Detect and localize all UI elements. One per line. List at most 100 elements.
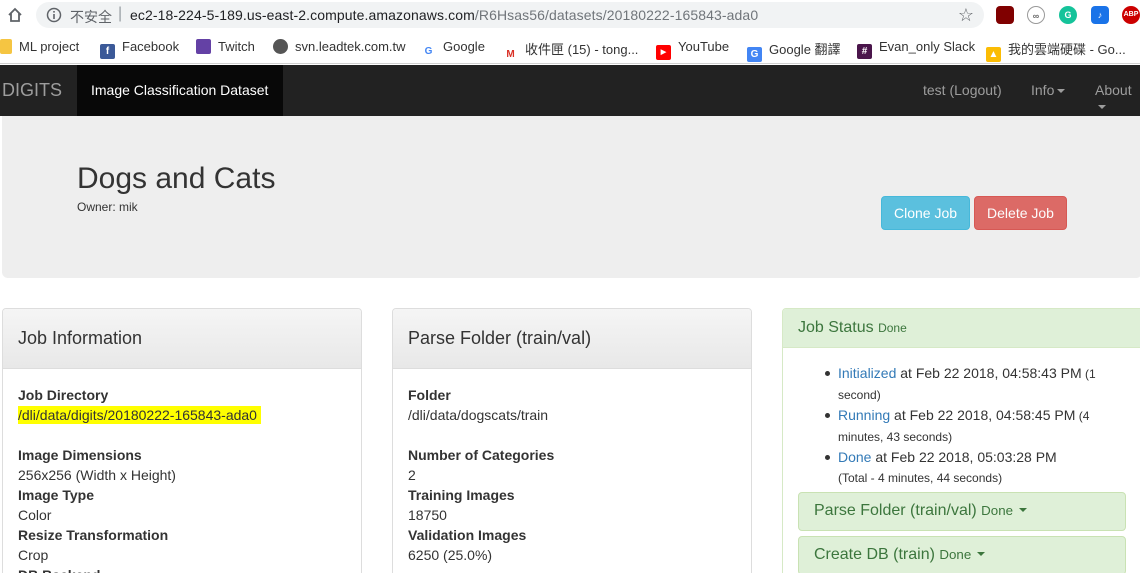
cloud-extension-icon[interactable]: ∞ <box>1027 6 1045 24</box>
clone-job-button[interactable]: Clone Job <box>881 196 970 230</box>
validation-images-label: Validation Images <box>408 527 527 543</box>
url-host: ec2-18-224-5-189.us-east-2.compute.amazo… <box>130 7 475 23</box>
drive-icon: ▲ <box>986 47 1001 62</box>
parse-folder-panel: Parse Folder (train/val) Folder /dli/dat… <box>392 308 752 573</box>
status-name: Done <box>838 449 872 465</box>
bookmark-label: Google 翻譯 <box>769 42 841 57</box>
parse-folder-status-toggle[interactable]: Parse Folder (train/val) Done <box>798 492 1126 531</box>
logout-link[interactable]: test (Logout) <box>923 82 1002 98</box>
status-item: Initialized at Feb 22 2018, 04:58:43 PM … <box>825 363 1098 405</box>
facebook-icon: f <box>100 44 115 59</box>
folder-icon <box>0 39 12 54</box>
bookmark-label: Google <box>443 39 485 54</box>
about-dropdown[interactable]: About <box>1095 82 1140 114</box>
folder-value: /dli/data/dogscats/train <box>408 407 549 423</box>
bookmark-svn[interactable]: svn.leadtek.com.tw <box>273 39 406 55</box>
about-label: About <box>1095 82 1132 98</box>
info-dropdown[interactable]: Info <box>1031 82 1066 98</box>
job-header: Dogs and Cats Owner: mik Clone Job Delet… <box>2 116 1140 278</box>
bookmark-label: ML project <box>19 39 80 54</box>
caret-down-icon <box>1057 89 1066 93</box>
resize-transformation-label: Resize Transformation <box>18 527 169 543</box>
status-name: Running <box>838 407 891 423</box>
url-separator: | <box>118 5 123 22</box>
bookmark-google-drive[interactable]: ▲ 我的雲端硬碟 - Go... <box>986 39 1126 62</box>
twitch-icon <box>196 39 211 54</box>
training-images-label: Training Images <box>408 487 515 503</box>
image-type-label: Image Type <box>18 487 94 503</box>
bookmark-slack[interactable]: # Evan_only Slack <box>857 39 976 59</box>
gmail-icon: M <box>503 47 518 62</box>
insecure-label: 不安全 <box>70 9 112 25</box>
categories-label: Number of Categories <box>408 447 555 463</box>
google-icon: G <box>421 44 436 59</box>
sub-status-badge: Done <box>981 503 1014 518</box>
slack-icon: # <box>857 44 872 59</box>
home-icon[interactable] <box>6 6 24 24</box>
translate-icon: G <box>747 47 762 62</box>
brand-link[interactable]: DIGITS <box>2 80 62 101</box>
validation-images-value: 6250 (25.0%) <box>408 547 493 563</box>
status-duration-cont: second) <box>838 388 881 402</box>
abp-extension-icon[interactable]: ABP <box>1122 6 1140 24</box>
bookmark-label: svn.leadtek.com.tw <box>295 39 406 54</box>
bookmark-google-translate[interactable]: G Google 翻譯 <box>747 39 841 62</box>
grammarly-extension-icon[interactable]: G <box>1059 6 1077 24</box>
nav-active-tab[interactable]: Image Classification Dataset <box>77 65 283 116</box>
sub-status-label: Create DB (train) <box>814 546 935 563</box>
image-dimensions-label: Image Dimensions <box>18 447 142 463</box>
bookmark-ml-project[interactable]: ML project <box>0 39 79 55</box>
status-item: Running at Feb 22 2018, 04:58:45 PM (4 mi… <box>825 405 1098 447</box>
bookmark-facebook[interactable]: f Facebook <box>100 39 180 59</box>
page-title: Dogs and Cats <box>77 162 276 195</box>
create-db-status-toggle[interactable]: Create DB (train) Done <box>798 536 1126 573</box>
bookmark-gmail[interactable]: M 收件匣 (15) - tong... <box>503 39 639 62</box>
globe-icon <box>273 39 288 54</box>
job-directory-label: Job Directory <box>18 387 109 403</box>
delete-job-button[interactable]: Delete Job <box>974 196 1067 230</box>
folder-label: Folder <box>408 387 451 403</box>
db-backend-label: DB Backend <box>18 565 346 573</box>
bookmark-label: Evan_only Slack <box>879 39 976 54</box>
top-navbar: DIGITS Image Classification Dataset test… <box>0 65 1140 116</box>
job-status-title: Job Status <box>798 319 874 336</box>
job-information-panel: Job Information Job Directory /dli/data/… <box>2 308 362 573</box>
bookmark-label: 我的雲端硬碟 - Go... <box>1008 42 1126 57</box>
status-item: Done at Feb 22 2018, 05:03:28 PM (Total -… <box>825 447 1098 488</box>
job-status-heading: Job Status Done <box>783 309 1140 348</box>
image-dimensions-value: 256x256 (Width x Height) <box>18 467 176 483</box>
status-duration-cont: minutes, 43 seconds) <box>838 430 953 444</box>
youtube-icon: ▶ <box>656 45 671 60</box>
status-time: at Feb 22 2018, 04:58:43 PM <box>896 365 1082 381</box>
job-directory-value: /dli/data/digits/20180222-165843-ada0 <box>18 406 261 424</box>
categories-value: 2 <box>408 467 416 483</box>
status-duration-total: (Total - 4 minutes, 44 seconds) <box>838 471 1003 485</box>
bookmark-label: Facebook <box>122 39 180 54</box>
bookmark-star-icon[interactable]: ☆ <box>958 6 974 24</box>
job-status-panel: Job Status Done Initialized at Feb 22 20… <box>782 308 1140 573</box>
bookmarks-bar: ML project f Facebook Twitch svn.leadtek.… <box>0 31 1140 64</box>
status-duration: (4 <box>1075 409 1090 423</box>
sub-status-badge: Done <box>939 547 972 562</box>
resize-transformation-value: Crop <box>18 547 49 563</box>
bookmark-google[interactable]: G Google <box>421 39 485 59</box>
notification-bell-icon[interactable]: ♪ <box>1091 6 1109 24</box>
browser-address-bar: 不安全 | ec2-18-224-5-189.us-east-2.compute… <box>0 0 1140 30</box>
ublock-extension-icon[interactable] <box>996 6 1014 24</box>
url-field[interactable]: 不安全 | ec2-18-224-5-189.us-east-2.compute… <box>36 2 984 28</box>
job-status-badge: Done <box>878 321 907 335</box>
owner-label: Owner: mik <box>77 200 138 214</box>
panel-heading: Parse Folder (train/val) <box>393 309 751 369</box>
bookmark-youtube[interactable]: ▶ YouTube <box>656 39 730 60</box>
bookmark-label: YouTube <box>678 39 730 54</box>
url-text[interactable]: ec2-18-224-5-189.us-east-2.compute.amazo… <box>130 7 758 23</box>
bookmark-label: 收件匣 (15) - tong... <box>525 42 639 57</box>
status-duration: (1 <box>1081 367 1096 381</box>
caret-down-icon <box>1019 508 1028 512</box>
bookmark-twitch[interactable]: Twitch <box>196 39 255 55</box>
info-label: Info <box>1031 82 1055 98</box>
image-type-value: Color <box>18 507 52 523</box>
info-icon[interactable] <box>46 7 62 23</box>
status-name: Initialized <box>838 365 897 381</box>
caret-down-icon <box>1098 105 1106 109</box>
